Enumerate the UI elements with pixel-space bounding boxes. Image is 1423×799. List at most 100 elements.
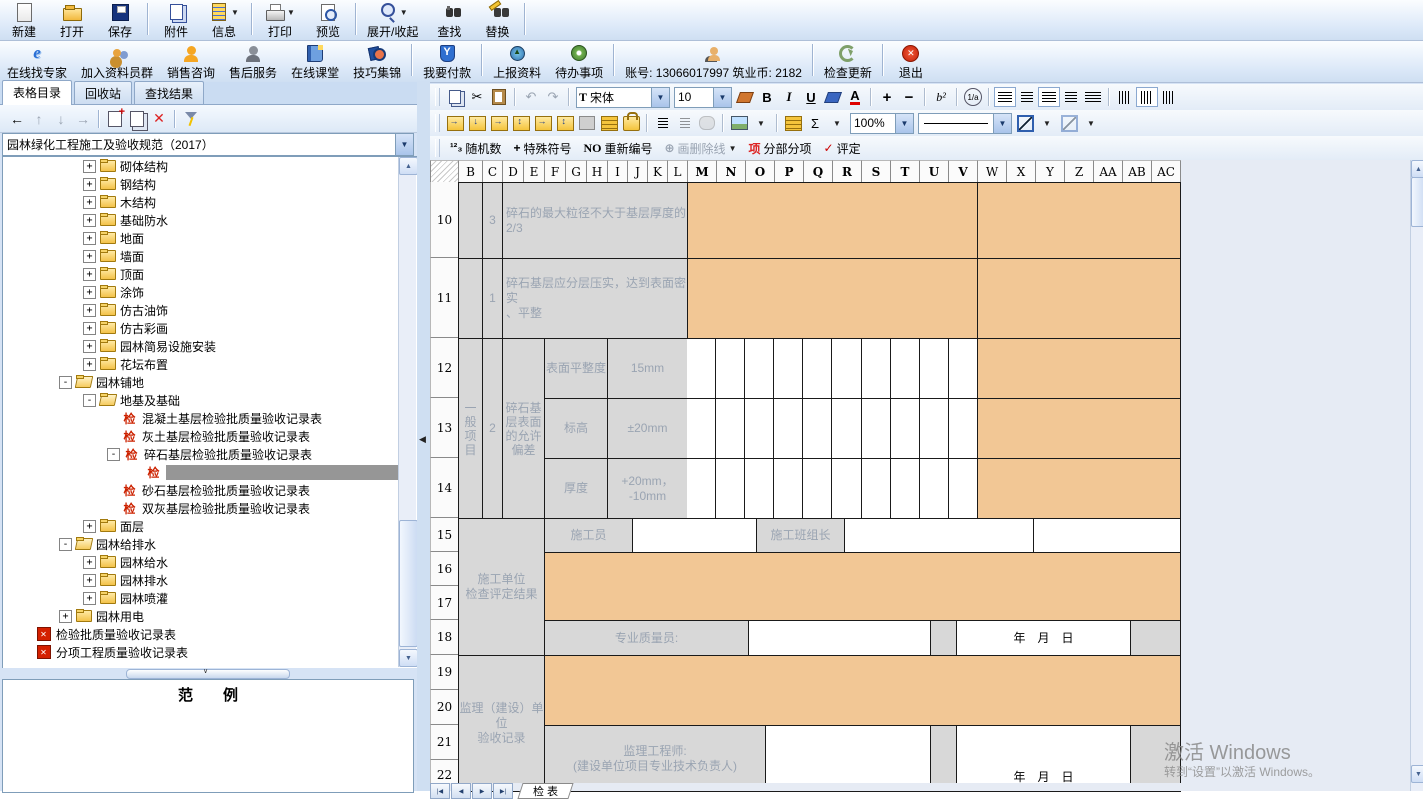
tool-button[interactable]: + 特殊符号 bbox=[513, 140, 571, 157]
superscript-button[interactable]: b² bbox=[930, 87, 952, 107]
scroll-down-button[interactable]: ▼ bbox=[1411, 765, 1423, 783]
toolbar-button[interactable]: 查找 bbox=[425, 0, 473, 41]
grid-cell[interactable]: 一 般 项 目 bbox=[458, 338, 483, 519]
scroll-thumb[interactable] bbox=[1411, 177, 1423, 227]
insert-image-dropdown[interactable]: ▼ bbox=[750, 113, 772, 133]
measure-cell[interactable] bbox=[745, 458, 774, 519]
tree-item-label[interactable]: 仿古彩画 bbox=[120, 320, 168, 337]
grid-cell[interactable] bbox=[930, 620, 957, 656]
column-header[interactable]: J bbox=[628, 160, 648, 183]
row-header[interactable]: 12 bbox=[430, 338, 459, 398]
chevron-down-icon[interactable]: ▼ bbox=[400, 9, 408, 17]
toolbar-button[interactable]: 待办事项 bbox=[548, 41, 610, 82]
link-button[interactable] bbox=[696, 113, 718, 133]
grid-cell[interactable]: 施工单位 检查评定结果 bbox=[458, 518, 545, 656]
copy-document-button[interactable] bbox=[126, 109, 148, 129]
font-size-select[interactable]: 10 ▼ bbox=[674, 87, 732, 108]
next-sheet-button[interactable]: ▶ bbox=[472, 783, 492, 799]
grid-cell[interactable]: 厚度 bbox=[544, 458, 608, 519]
fill-color-button[interactable] bbox=[822, 87, 844, 107]
grid-cell[interactable] bbox=[632, 518, 757, 553]
tree-expander[interactable] bbox=[21, 629, 32, 640]
tree-item[interactable]: 园林给排水 bbox=[3, 535, 417, 553]
tree-item[interactable]: 仿古油饰 bbox=[3, 301, 417, 319]
tree-expander[interactable] bbox=[59, 610, 72, 623]
redo-button[interactable]: ↷ bbox=[542, 87, 564, 107]
tree-item-label[interactable]: 碎石基层检验批质量验收记录表 bbox=[144, 446, 312, 463]
pattern-button[interactable] bbox=[576, 113, 598, 133]
copy-button[interactable] bbox=[444, 87, 466, 107]
tree-item[interactable]: 地基及基础 bbox=[3, 391, 417, 409]
scroll-up-button[interactable]: ▲ bbox=[1411, 160, 1423, 178]
tree-item-label[interactable]: 花坛布置 bbox=[120, 356, 168, 373]
toolbar-button[interactable]: 新建 bbox=[0, 0, 48, 41]
line-style-select[interactable]: ▼ bbox=[918, 113, 1012, 134]
column-header[interactable]: U bbox=[920, 160, 949, 183]
tree-item-label[interactable]: 地面 bbox=[120, 230, 144, 247]
scroll-thumb[interactable] bbox=[399, 520, 418, 647]
grid-cell[interactable]: 监理（建设）单位 验收记录 bbox=[458, 655, 545, 792]
tree-expander[interactable] bbox=[107, 448, 120, 461]
border-color-dropdown[interactable]: ▼ bbox=[1036, 113, 1058, 133]
left-panel-tab[interactable]: 表格目录 bbox=[2, 80, 72, 105]
measure-cell[interactable] bbox=[832, 398, 861, 459]
catalog-select[interactable]: 园林绿化工程施工及验收规范（2017） ▼ bbox=[2, 133, 414, 156]
tree-item[interactable]: 碎石基层检验批质量验收记录表 bbox=[3, 445, 417, 463]
measure-cell[interactable] bbox=[832, 458, 861, 519]
collapse-left-icon[interactable]: ◀ bbox=[419, 434, 426, 445]
align-right-button[interactable] bbox=[1060, 87, 1082, 107]
align-distribute-button[interactable] bbox=[1082, 87, 1104, 107]
measure-cell[interactable] bbox=[891, 338, 920, 399]
tree-item-label[interactable]: 园林给水 bbox=[120, 554, 168, 571]
tree-expander[interactable] bbox=[107, 503, 118, 514]
tree-item-label[interactable]: 园林喷灌 bbox=[120, 590, 168, 607]
tree-expander[interactable] bbox=[83, 268, 96, 281]
grid-cell[interactable]: 年 月 日 bbox=[956, 620, 1131, 656]
toolbar-button[interactable]: 打开 bbox=[48, 0, 96, 41]
column-header[interactable]: B bbox=[459, 160, 483, 183]
toolbar-button[interactable]: 保存 bbox=[96, 0, 144, 41]
column-header[interactable]: E bbox=[524, 160, 545, 183]
toolbar-button[interactable]: 在线找专家 bbox=[0, 41, 74, 82]
toolbar-button[interactable] bbox=[882, 44, 884, 76]
measure-cell[interactable] bbox=[687, 338, 716, 399]
toolbar-button[interactable]: 附件 bbox=[152, 0, 200, 41]
border-color-button[interactable] bbox=[1014, 113, 1036, 133]
tree-expander[interactable] bbox=[83, 520, 96, 533]
nav-forward-button[interactable]: → bbox=[72, 109, 94, 129]
tree-item[interactable]: 木结构 bbox=[3, 193, 417, 211]
grid-cell[interactable]: 专业质量员: bbox=[544, 620, 749, 656]
tree-item-label[interactable]: 砌体结构 bbox=[120, 158, 168, 175]
measure-cell[interactable] bbox=[891, 458, 920, 519]
row-header[interactable]: 20 bbox=[430, 690, 459, 725]
tool-button[interactable]: 项 分部分项 bbox=[748, 140, 811, 157]
tree-item-label[interactable]: 墙面 bbox=[120, 248, 144, 265]
insert-row-left-button[interactable] bbox=[444, 113, 466, 133]
tree-item-label[interactable]: 园林排水 bbox=[120, 572, 168, 589]
first-sheet-button[interactable]: |◀ bbox=[430, 783, 450, 799]
split-cell-button[interactable] bbox=[510, 113, 532, 133]
toolbar-button[interactable] bbox=[613, 44, 615, 76]
tree-item-label[interactable]: 砂石基层检验批质量验收记录表 bbox=[142, 482, 310, 499]
measure-cell[interactable] bbox=[920, 458, 949, 519]
measure-cell[interactable] bbox=[862, 458, 891, 519]
toolbar-grip[interactable] bbox=[435, 88, 440, 106]
decrease-button[interactable]: − bbox=[898, 87, 920, 107]
measure-cell[interactable] bbox=[774, 458, 803, 519]
italic-button[interactable]: I bbox=[778, 87, 800, 107]
tree-item[interactable]: 双灰基层检验批质量验收记录表 bbox=[3, 499, 417, 517]
column-header[interactable]: G bbox=[566, 160, 587, 183]
grid-cell[interactable] bbox=[748, 620, 931, 656]
tree-item[interactable]: 仿古彩画 bbox=[3, 319, 417, 337]
grid-cell[interactable] bbox=[1130, 620, 1181, 656]
column-header[interactable]: Q bbox=[804, 160, 833, 183]
line-spacing-increase-button[interactable] bbox=[652, 113, 674, 133]
tool-button[interactable]: NO 重新编号 bbox=[583, 140, 652, 157]
chevron-down-icon[interactable]: ▼ bbox=[395, 134, 413, 155]
chevron-down-icon[interactable]: ▼ bbox=[651, 88, 669, 107]
tree-item-label[interactable]: 面层 bbox=[120, 518, 144, 535]
tree-item-label[interactable]: 基础防水 bbox=[120, 212, 168, 229]
tree-item[interactable]: 基础防水 bbox=[3, 211, 417, 229]
tree-item[interactable]: 墙面 bbox=[3, 247, 417, 265]
grid-cell[interactable]: 碎石的最大粒径不大于基层厚度的 2/3 bbox=[502, 182, 688, 259]
